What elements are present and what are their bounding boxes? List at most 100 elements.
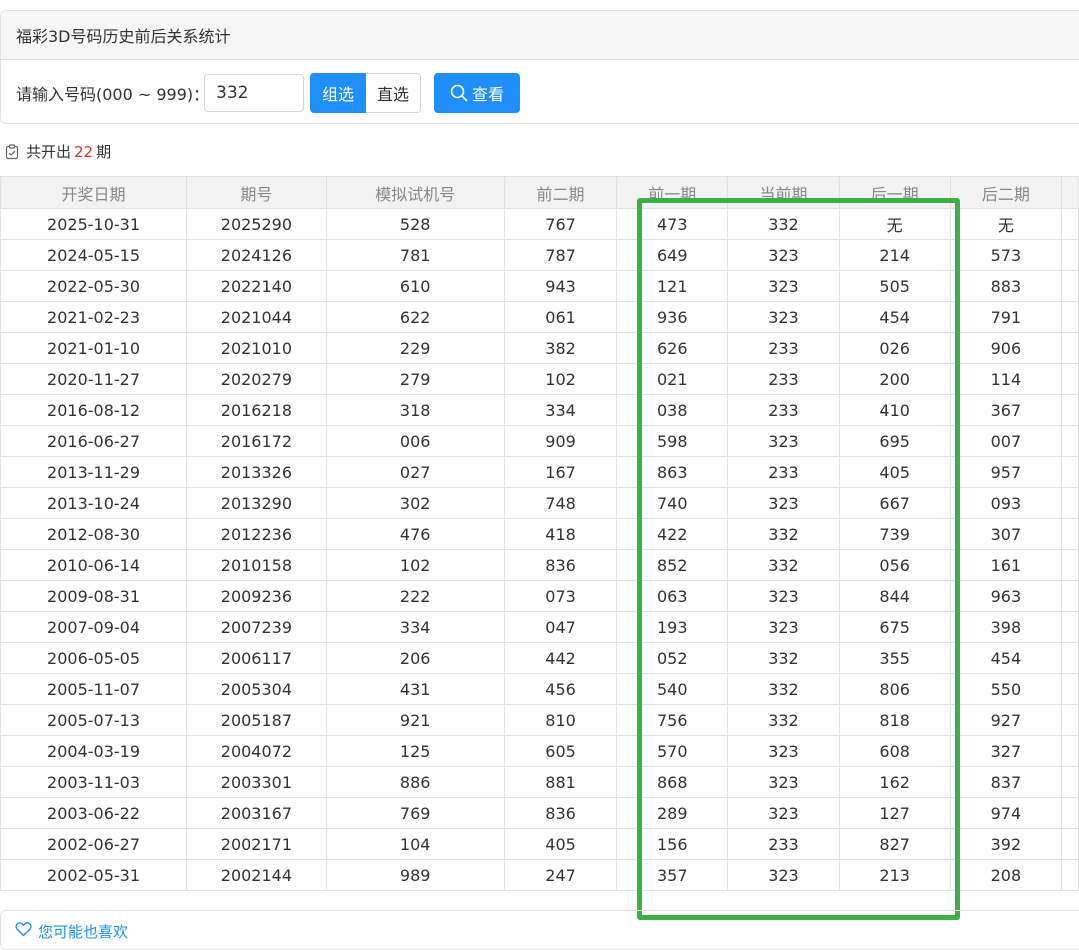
table-cell: 2003301 [186, 766, 327, 798]
table-cell: 093 [949, 487, 1063, 519]
table-cell: 355 [838, 642, 951, 674]
column-header: 后一期 [838, 176, 951, 209]
table-cell: 473 [616, 208, 729, 240]
table-cell: 289 [616, 797, 729, 829]
table-row: 2002-05-31 2002144 989 247 357 323 213 208 [0, 859, 1079, 891]
column-header-overflow [1061, 176, 1079, 209]
panel-title: 福彩3D号码历史前后关系统计 [1, 11, 1079, 60]
table-cell: 382 [503, 332, 618, 364]
table-cell: 233 [727, 394, 840, 426]
table-cell: 598 [616, 425, 729, 457]
table-cell: 781 [325, 239, 505, 271]
table-cell: 2025290 [186, 208, 327, 240]
table-row: 2021-02-23 2021044 622 061 936 323 454 791 [0, 301, 1079, 333]
table-cell: 无 [949, 208, 1063, 240]
table-cell: 233 [727, 363, 840, 395]
group-select-button[interactable]: 组选 [310, 73, 367, 113]
table-cell: 047 [503, 611, 618, 643]
table-cell: 2009-08-31 [0, 580, 188, 612]
table-cell: 2013290 [186, 487, 327, 519]
table-cell: 104 [325, 828, 505, 860]
table-cell: 332 [727, 549, 840, 581]
table-cell: 052 [616, 642, 729, 674]
table-cell: 837 [949, 766, 1063, 798]
table-cell: 2016-06-27 [0, 425, 188, 457]
heart-icon [15, 922, 32, 937]
table-cell-overflow [1061, 580, 1079, 612]
table-row: 2025-10-31 2025290 528 767 473 332 无无 [0, 208, 1079, 240]
table-row: 2016-08-12 2016218 318 334 038 233 410 367 [0, 394, 1079, 426]
table-cell: 2022-05-30 [0, 270, 188, 302]
table-cell: 323 [727, 735, 840, 767]
table-cell: 323 [727, 487, 840, 519]
table-cell: 323 [727, 270, 840, 302]
table-cell: 957 [949, 456, 1063, 488]
table-body: 2025-10-31 2025290 528 767 473 332 无无 2024-05-1… [0, 208, 1079, 891]
table-cell: 739 [838, 518, 951, 550]
table-cell: 2012236 [186, 518, 327, 550]
table-cell-overflow [1061, 549, 1079, 581]
table-cell: 852 [616, 549, 729, 581]
table-cell-overflow [1061, 208, 1079, 240]
count-number: 22 [74, 142, 94, 161]
table-cell: 810 [503, 704, 618, 736]
table-cell: 2004072 [186, 735, 327, 767]
direct-select-button[interactable]: 直选 [366, 73, 422, 113]
table-cell: 605 [503, 735, 618, 767]
table-cell: 405 [838, 456, 951, 488]
table-cell: 027 [325, 456, 505, 488]
table-cell: 161 [949, 549, 1063, 581]
search-button[interactable]: 查看 [434, 73, 521, 113]
table-row: 2005-11-07 2005304 431 456 540 332 806 550 [0, 673, 1079, 705]
table-cell: 332 [727, 673, 840, 705]
table-header-row: 开奖日期 期号 模拟试机号 前二期 前一期 当前期 后一期 后二期 [0, 176, 1079, 209]
recommend-label[interactable]: 您可能也喜欢 [38, 921, 128, 942]
table-cell: 791 [949, 301, 1063, 333]
table-cell: 208 [949, 859, 1063, 891]
table-cell: 2024-05-15 [0, 239, 188, 271]
table-row: 2010-06-14 2010158 102 836 852 332 056 161 [0, 549, 1079, 581]
table-cell: 505 [838, 270, 951, 302]
table-cell: 2021-02-23 [0, 301, 188, 333]
table-cell: 2005-07-13 [0, 704, 188, 736]
table-cell: 881 [503, 766, 618, 798]
result-count: 共开出 22 期 [4, 141, 111, 162]
table-cell: 844 [838, 580, 951, 612]
table-cell: 909 [503, 425, 618, 457]
column-header: 模拟试机号 [325, 176, 505, 209]
table-cell: 214 [838, 239, 951, 271]
table-cell: 323 [727, 425, 840, 457]
table-cell: 229 [325, 332, 505, 364]
table-cell: 2013326 [186, 456, 327, 488]
table-cell: 550 [949, 673, 1063, 705]
number-input[interactable] [204, 74, 304, 112]
table-cell-overflow [1061, 394, 1079, 426]
table-cell: 989 [325, 859, 505, 891]
table-cell: 2020-11-27 [0, 363, 188, 395]
table-cell: 667 [838, 487, 951, 519]
table-cell: 233 [727, 828, 840, 860]
table-row: 2013-11-29 2013326 027 167 863 233 405 957 [0, 456, 1079, 488]
table-cell: 454 [838, 301, 951, 333]
table-cell: 2007239 [186, 611, 327, 643]
table-row: 2013-10-24 2013290 302 748 740 323 667 093 [0, 487, 1079, 519]
table-cell: 2009236 [186, 580, 327, 612]
table-cell: 323 [727, 580, 840, 612]
history-table: 开奖日期 期号 模拟试机号 前二期 前一期 当前期 后一期 后二期 2025-10-31 202… [0, 176, 1079, 891]
table-row: 2002-06-27 2002171 104 405 156 233 827 392 [0, 828, 1079, 860]
table-row: 2020-11-27 2020279 279 102 021 233 200 114 [0, 363, 1079, 395]
table-cell: 2024126 [186, 239, 327, 271]
table-cell: 392 [949, 828, 1063, 860]
table-cell-overflow [1061, 425, 1079, 457]
table-cell: 963 [949, 580, 1063, 612]
table-cell: 442 [503, 642, 618, 674]
table-cell: 769 [325, 797, 505, 829]
table-cell: 2005187 [186, 704, 327, 736]
table-cell: 2002-06-27 [0, 828, 188, 860]
search-button-label: 查看 [472, 85, 505, 104]
table-cell: 431 [325, 673, 505, 705]
table-cell: 456 [503, 673, 618, 705]
table-cell: 332 [727, 208, 840, 240]
table-cell: 836 [503, 797, 618, 829]
table-cell: 323 [727, 859, 840, 891]
